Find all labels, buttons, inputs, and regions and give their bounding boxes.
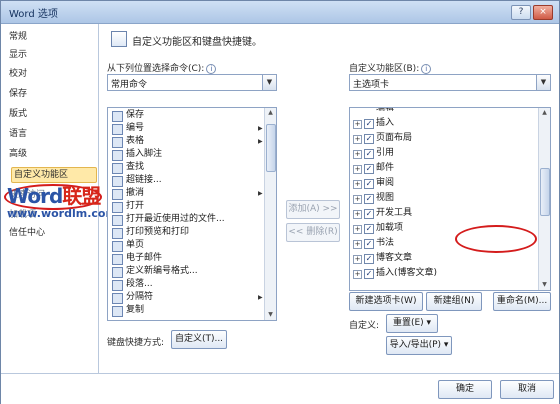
- command-icon: [112, 267, 123, 278]
- watermark-brand: Word联盟: [7, 184, 101, 208]
- command-icon: [112, 293, 123, 304]
- checkbox-checked[interactable]: ✓: [364, 134, 374, 144]
- help-button[interactable]: ?: [511, 5, 531, 20]
- submenu-arrow-icon: ▶: [258, 125, 263, 132]
- expand-icon[interactable]: +: [353, 270, 362, 279]
- new-tab-button[interactable]: 新建选项卡(W): [349, 292, 423, 311]
- command-icon: [112, 254, 123, 265]
- close-button[interactable]: ×: [533, 5, 553, 20]
- checkbox-checked[interactable]: ✓: [364, 179, 374, 189]
- checkbox-checked[interactable]: ✓: [364, 119, 374, 129]
- command-icon: [112, 280, 123, 291]
- submenu-arrow-icon: ▶: [258, 190, 263, 197]
- expand-icon[interactable]: +: [353, 120, 362, 129]
- command-icon: [112, 124, 123, 135]
- remove-button[interactable]: << 删除(R): [286, 223, 340, 242]
- choose-commands-combo[interactable]: 常用命令 ▼: [107, 74, 277, 91]
- command-icon: [112, 189, 123, 200]
- expand-icon[interactable]: +: [353, 255, 362, 264]
- info-icon: i: [206, 63, 217, 74]
- checkbox-checked[interactable]: ✓: [364, 239, 374, 249]
- commands-scrollbar[interactable]: ▲ ▼: [264, 108, 276, 320]
- expand-icon[interactable]: +: [353, 210, 362, 219]
- sidebar-item-save[interactable]: 保存: [9, 87, 27, 101]
- reset-button[interactable]: 重置(E) ▾: [386, 314, 438, 333]
- command-icon: [112, 215, 123, 226]
- checkbox-checked[interactable]: ✓: [364, 194, 374, 204]
- choose-commands-label: 从下列位置选择命令(C): i: [107, 61, 217, 74]
- command-icon: [112, 111, 123, 122]
- expand-icon[interactable]: +: [353, 180, 362, 189]
- command-icon: [112, 150, 123, 161]
- keyboard-shortcuts-label: 键盘快捷方式:: [107, 338, 165, 348]
- panel-header: 自定义功能区和键盘快捷键。: [132, 37, 262, 48]
- expand-icon[interactable]: +: [353, 135, 362, 144]
- command-icon: [112, 137, 123, 148]
- import-export-button[interactable]: 导入/导出(P) ▾: [386, 336, 452, 355]
- sidebar-item-language[interactable]: 语言: [9, 127, 27, 141]
- expand-icon[interactable]: +: [353, 225, 362, 234]
- highlight-ring-developer-tab: [455, 225, 537, 253]
- command-icon: [112, 163, 123, 174]
- chevron-down-icon[interactable]: ▼: [536, 75, 550, 90]
- submenu-arrow-icon: ▶: [258, 294, 263, 301]
- ribbon-icon: [111, 31, 127, 47]
- title-bar: Word 选项 ? ×: [1, 1, 559, 24]
- submenu-arrow-icon: ▶: [258, 138, 263, 145]
- checkbox-checked[interactable]: ✓: [364, 209, 374, 219]
- expand-icon[interactable]: +: [353, 195, 362, 204]
- sidebar-item-trust-center[interactable]: 信任中心: [9, 226, 45, 240]
- expand-icon[interactable]: +: [353, 165, 362, 174]
- word-options-dialog: Word 选项 ? × 常规 显示 校对 保存 版式 语言 高级 自定义功能区 …: [0, 0, 560, 404]
- new-group-button[interactable]: 新建组(N): [426, 292, 482, 311]
- sidebar-item-display[interactable]: 显示: [9, 48, 27, 62]
- keyboard-customize-button[interactable]: 自定义(T)...: [171, 330, 227, 349]
- checkbox-checked[interactable]: ✓: [364, 254, 374, 264]
- sidebar-item-general[interactable]: 常规: [9, 30, 27, 44]
- command-icon: [112, 202, 123, 213]
- cancel-button[interactable]: 取消: [500, 380, 554, 399]
- expand-icon[interactable]: +: [353, 240, 362, 249]
- info-icon: i: [421, 63, 432, 74]
- checkbox-checked[interactable]: ✓: [364, 269, 374, 279]
- customize-ribbon-label: 自定义功能区(B): i: [349, 61, 432, 74]
- rename-button[interactable]: 重命名(M)...: [493, 292, 551, 311]
- sidebar-item-layout[interactable]: 版式: [9, 107, 27, 121]
- window-title: Word 选项: [9, 9, 58, 20]
- command-icon: [112, 241, 123, 252]
- customize-label: 自定义:: [349, 321, 380, 331]
- main-panel: 自定义功能区和键盘快捷键。 从下列位置选择命令(C): i 常用命令 ▼ 自定义功能…: [99, 24, 559, 373]
- expand-icon[interactable]: +: [353, 150, 362, 159]
- checkbox-checked[interactable]: ✓: [364, 149, 374, 159]
- command-icon: [112, 306, 123, 317]
- tabs-scrollbar[interactable]: ▲ ▼: [538, 108, 550, 290]
- add-button[interactable]: 添加(A) >>: [286, 200, 340, 219]
- ribbon-tabs-tree[interactable]: 编辑 + ✓ 插入 + ✓ 页面布局 + ✓ 引用 + ✓ 邮件 + ✓ 审阅 + ✓ 视图 + ✓ 开发工具 + ✓ 加载项 +…: [349, 107, 551, 291]
- command-icon: [112, 228, 123, 239]
- sidebar-item-advanced[interactable]: 高级: [9, 147, 27, 161]
- commands-list[interactable]: 保存 编号 ▶ 表格 ▶ 插入脚注 查找 超链接... 撤消 ▶ 打开 打开最近使用过的文件... 打印…: [107, 107, 277, 321]
- ok-button[interactable]: 确定: [438, 380, 492, 399]
- sidebar-item-customize-ribbon[interactable]: 自定义功能区: [11, 167, 97, 183]
- customize-ribbon-combo[interactable]: 主选项卡 ▼: [349, 74, 551, 91]
- checkbox-checked[interactable]: ✓: [364, 224, 374, 234]
- sidebar-item-proofing[interactable]: 校对: [9, 67, 27, 81]
- dialog-footer: 确定 取消: [1, 373, 559, 404]
- command-icon: [112, 176, 123, 187]
- checkbox-checked[interactable]: ✓: [364, 164, 374, 174]
- chevron-down-icon[interactable]: ▼: [262, 75, 276, 90]
